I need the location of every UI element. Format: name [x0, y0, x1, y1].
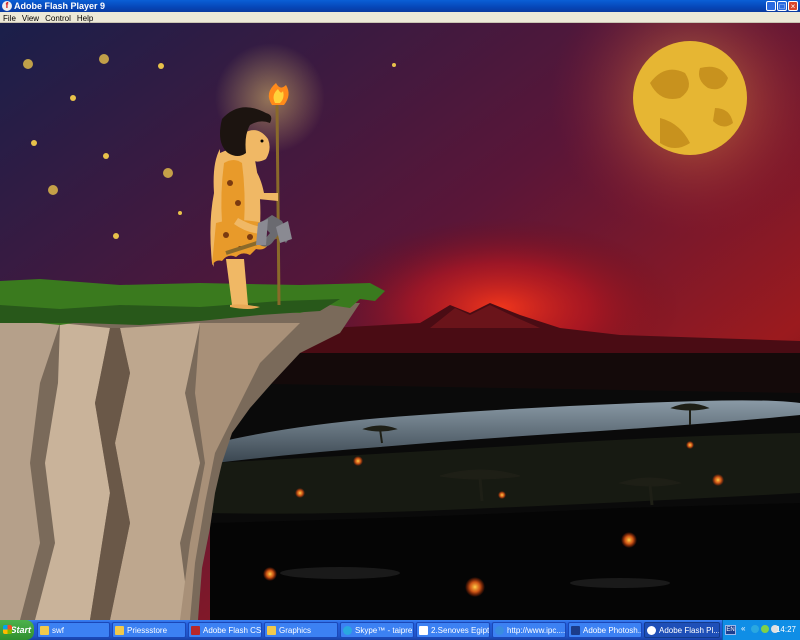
maximize-button[interactable]: □ [777, 1, 787, 11]
close-button[interactable]: × [788, 1, 798, 11]
moon-icon [633, 41, 747, 155]
scene-artwork [0, 23, 800, 620]
task-senoves-egipt[interactable]: 2.Senoves Egipt... [416, 622, 490, 638]
flash-player-icon [647, 626, 656, 635]
photoshop-icon [571, 626, 580, 635]
clock[interactable]: 14:27 [776, 620, 796, 640]
task-swf[interactable]: swf [37, 622, 110, 638]
windows-logo-icon [3, 625, 12, 634]
title-bar[interactable]: f Adobe Flash Player 9 _ □ × [0, 0, 800, 12]
skype-icon [343, 626, 352, 635]
minimize-button[interactable]: _ [766, 1, 776, 11]
task-adobe-photoshop[interactable]: Adobe Photosh... [568, 622, 642, 638]
task-internet-explorer[interactable]: http://www.ipc.... [492, 622, 566, 638]
task-label: Adobe Flash Pl... [659, 626, 720, 635]
task-adobe-flash-cs[interactable]: Adobe Flash CS... [188, 622, 262, 638]
task-label: Skype™ - taipre... [355, 626, 414, 635]
task-label: Adobe Flash CS... [203, 626, 262, 635]
task-label: http://www.ipc.... [507, 626, 566, 635]
document-icon [419, 626, 428, 635]
flash-cs-icon [191, 626, 200, 635]
skype-tray-icon[interactable] [751, 625, 759, 633]
internet-explorer-icon [495, 626, 504, 635]
task-label: Graphics [279, 626, 312, 635]
taskbar: Start swf Priessstore Adobe Flash CS... … [0, 620, 800, 640]
task-label: 2.Senoves Egipt... [431, 626, 490, 635]
folder-icon [40, 626, 49, 635]
task-label: Adobe Photosh... [583, 626, 642, 635]
task-adobe-flash-player[interactable]: Adobe Flash Pl... [644, 622, 720, 638]
window-title: Adobe Flash Player 9 [14, 1, 106, 11]
show-hidden-icons-icon[interactable]: « [741, 624, 745, 633]
start-label: Start [10, 625, 31, 635]
folder-icon [115, 626, 124, 635]
start-button[interactable]: Start [0, 620, 34, 640]
network-tray-icon[interactable] [761, 625, 769, 633]
game-scene[interactable] [0, 23, 800, 620]
task-label: Priessstore [127, 626, 168, 635]
task-label: swf [52, 626, 64, 635]
task-priessstore[interactable]: Priessstore [112, 622, 186, 638]
menu-bar: File View Control Help [0, 12, 800, 23]
flash-player-icon: f [2, 1, 12, 11]
folder-icon [267, 626, 276, 635]
language-indicator[interactable]: EN [725, 625, 736, 635]
task-graphics[interactable]: Graphics [264, 622, 338, 638]
system-tray: EN « 14:27 [722, 620, 800, 640]
task-skype[interactable]: Skype™ - taipre... [340, 622, 414, 638]
